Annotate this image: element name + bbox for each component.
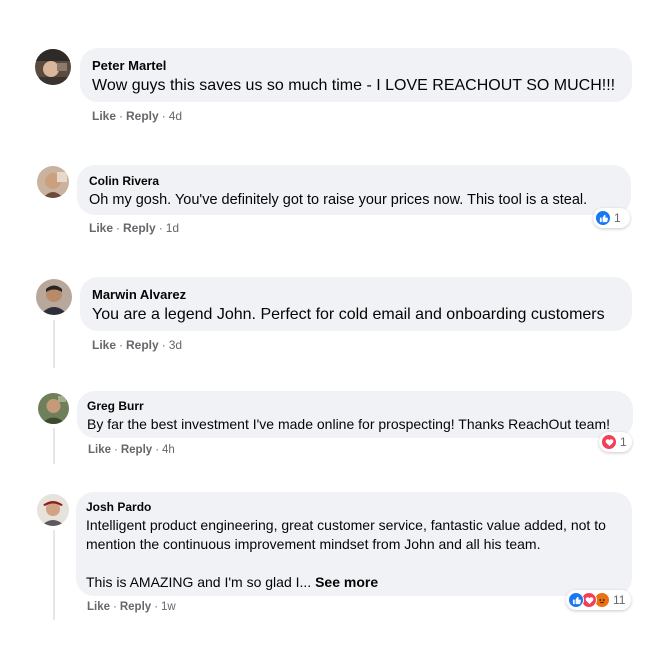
comment-author[interactable]: Greg Burr	[87, 399, 623, 414]
comment-text: By far the best investment I've made onl…	[87, 416, 611, 432]
avatar[interactable]	[37, 166, 69, 198]
comment-author[interactable]: Peter Martel	[92, 58, 620, 74]
comment-actions: Like · Reply · 1w	[87, 601, 176, 613]
like-icon	[595, 210, 611, 226]
avatar[interactable]	[37, 494, 69, 526]
reply-button[interactable]: Reply	[126, 338, 159, 352]
love-icon	[601, 434, 617, 450]
comment-text: You are a legend John. Perfect for cold …	[92, 306, 605, 323]
reaction-count: 1	[614, 211, 621, 225]
comment-actions: Like · Reply · 3d	[92, 338, 183, 352]
like-button[interactable]: Like	[92, 338, 116, 352]
comment-bubble: Marwin Alvarez You are a legend John. Pe…	[80, 277, 632, 331]
like-button[interactable]: Like	[89, 221, 113, 235]
reaction-count: 1	[620, 435, 627, 449]
avatar[interactable]	[36, 279, 72, 315]
reaction-summary[interactable]: 1	[593, 208, 630, 228]
comment-actions: Like · Reply · 4d	[92, 109, 183, 123]
comment-timestamp[interactable]: 4h	[162, 444, 175, 456]
avatar[interactable]	[38, 393, 69, 424]
comment-bubble: Colin Rivera Oh my gosh. You've definite…	[77, 165, 631, 215]
comment-timestamp[interactable]: 3d	[169, 338, 182, 352]
thread-line	[53, 428, 55, 464]
comment-text-line-3: This is AMAZING and I'm so glad I... See…	[86, 573, 622, 592]
comment-text-line-2: mention the continuous improvement minds…	[86, 536, 541, 552]
comment-text: Wow guys this saves us so much time - I …	[92, 77, 616, 94]
reply-button[interactable]: Reply	[126, 109, 159, 123]
comment-text-line-1: Intelligent product engineering, great c…	[86, 517, 606, 533]
comment-author[interactable]: Colin Rivera	[89, 174, 619, 189]
reply-button[interactable]: Reply	[123, 221, 156, 235]
comment-timestamp[interactable]: 4d	[169, 109, 182, 123]
reply-button[interactable]: Reply	[121, 444, 152, 456]
reaction-summary[interactable]: 11	[566, 590, 631, 610]
comment-bubble: Josh Pardo Intelligent product engineeri…	[76, 492, 632, 596]
avatar[interactable]	[35, 49, 71, 85]
comment-actions: Like · Reply · 4h	[88, 444, 175, 456]
see-more-link[interactable]: See more	[315, 574, 378, 590]
comment-author[interactable]: Marwin Alvarez	[92, 287, 620, 303]
truncated-text: This is AMAZING and I'm so glad I...	[86, 574, 312, 590]
like-button[interactable]: Like	[88, 444, 111, 456]
thread-line	[53, 320, 55, 368]
comment-timestamp[interactable]: 1w	[161, 601, 176, 613]
like-button[interactable]: Like	[87, 601, 110, 613]
reply-button[interactable]: Reply	[120, 601, 151, 613]
comment-timestamp[interactable]: 1d	[166, 221, 179, 235]
comment-bubble: Peter Martel Wow guys this saves us so m…	[80, 48, 632, 102]
reaction-count: 11	[613, 593, 626, 607]
reaction-summary[interactable]: 1	[599, 432, 632, 452]
like-icon	[568, 592, 584, 608]
like-button[interactable]: Like	[92, 109, 116, 123]
comment-bubble: Greg Burr By far the best investment I'v…	[77, 391, 633, 438]
comment-text: Oh my gosh. You've definitely got to rai…	[89, 192, 588, 208]
comment-actions: Like · Reply · 1d	[89, 221, 180, 235]
thread-line	[53, 530, 55, 620]
comment-author[interactable]: Josh Pardo	[86, 500, 622, 515]
